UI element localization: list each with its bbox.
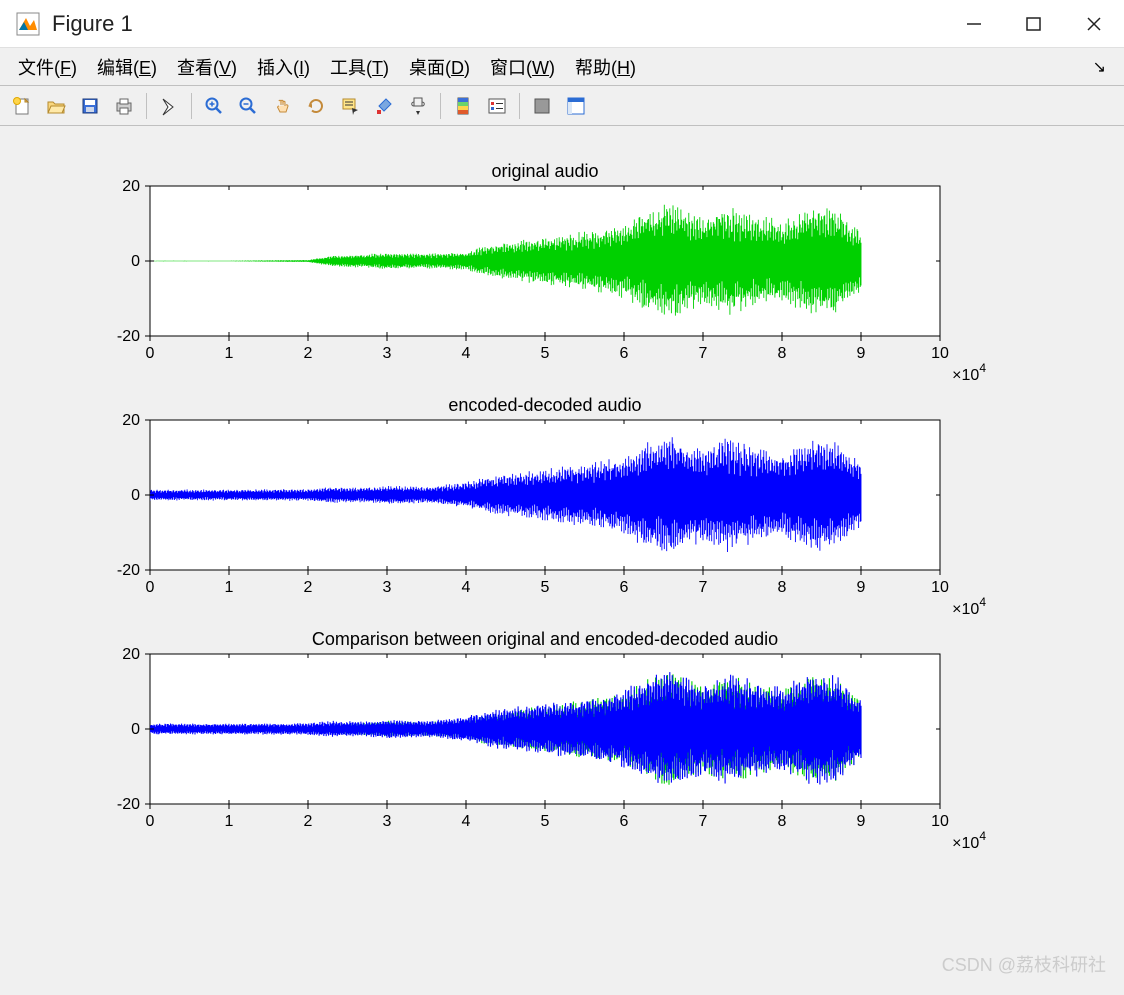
svg-text:10: 10 [931,345,949,362]
svg-text:20: 20 [122,178,140,195]
svg-text:20: 20 [122,646,140,663]
svg-text:×104: ×104 [952,829,986,852]
menu-d[interactable]: 桌面(D) [399,54,480,82]
toolbar [0,86,1124,126]
menu-h[interactable]: 帮助(H) [565,54,646,82]
hide-plot-tools-button[interactable] [526,91,558,121]
insert-colorbar-button[interactable] [447,91,479,121]
open-button[interactable] [40,91,72,121]
svg-text:0: 0 [131,721,140,738]
toolbar-separator [191,93,192,119]
menu-w[interactable]: 窗口(W) [480,54,565,82]
titlebar: Figure 1 [0,0,1124,48]
figure-area: original audio-20020012345678910×104enco… [0,126,1124,995]
zoom-out-button[interactable] [232,91,264,121]
window-title: Figure 1 [52,11,944,37]
svg-text:2: 2 [304,579,313,596]
svg-text:6: 6 [620,345,629,362]
minimize-button[interactable] [944,0,1004,48]
svg-text:1: 1 [225,579,234,596]
svg-text:3: 3 [383,813,392,830]
menu-e[interactable]: 编辑(E) [87,54,167,82]
link-button[interactable] [402,91,434,121]
watermark: CSDN @荔枝科研社 [942,951,1106,977]
svg-text:×104: ×104 [952,595,986,618]
svg-text:4: 4 [462,345,471,362]
svg-text:-20: -20 [117,328,140,345]
svg-text:-20: -20 [117,562,140,579]
svg-text:8: 8 [778,579,787,596]
pan-button[interactable] [266,91,298,121]
svg-text:1: 1 [225,813,234,830]
toolbar-separator [519,93,520,119]
menu-v[interactable]: 查看(V) [167,54,247,82]
svg-text:2: 2 [304,345,313,362]
svg-text:10: 10 [931,579,949,596]
svg-text:3: 3 [383,579,392,596]
svg-text:20: 20 [122,412,140,429]
menubar: 文件(F)编辑(E)查看(V)插入(I)工具(T)桌面(D)窗口(W)帮助(H)… [0,48,1124,86]
insert-legend-button[interactable] [481,91,513,121]
print-button[interactable] [108,91,140,121]
toolbar-separator [440,93,441,119]
save-button[interactable] [74,91,106,121]
svg-text:3: 3 [383,345,392,362]
svg-text:4: 4 [462,579,471,596]
svg-text:Comparison between original an: Comparison between original and encoded-… [312,629,778,649]
svg-text:0: 0 [146,813,155,830]
svg-text:7: 7 [699,813,708,830]
svg-text:5: 5 [541,579,550,596]
show-plot-tools-button[interactable] [560,91,592,121]
svg-text:encoded-decoded audio: encoded-decoded audio [448,395,641,415]
menu-i[interactable]: 插入(I) [247,54,320,82]
edit-plot-button[interactable] [153,91,185,121]
new-figure-button[interactable] [6,91,38,121]
svg-text:original audio: original audio [491,161,598,181]
svg-text:9: 9 [857,345,866,362]
svg-text:8: 8 [778,345,787,362]
svg-text:0: 0 [131,253,140,270]
svg-text:9: 9 [857,813,866,830]
svg-text:-20: -20 [117,796,140,813]
svg-text:7: 7 [699,345,708,362]
data-cursor-button[interactable] [334,91,366,121]
svg-text:6: 6 [620,813,629,830]
brush-button[interactable] [368,91,400,121]
svg-text:5: 5 [541,813,550,830]
menu-t[interactable]: 工具(T) [320,54,399,82]
close-button[interactable] [1064,0,1124,48]
svg-text:0: 0 [131,487,140,504]
svg-text:7: 7 [699,579,708,596]
svg-text:10: 10 [931,813,949,830]
svg-text:4: 4 [462,813,471,830]
menu-f[interactable]: 文件(F) [8,54,87,82]
svg-text:×104: ×104 [952,361,986,384]
svg-text:0: 0 [146,345,155,362]
toolbar-separator [146,93,147,119]
svg-text:6: 6 [620,579,629,596]
svg-text:9: 9 [857,579,866,596]
dock-icon[interactable]: ↘ [1093,57,1116,77]
zoom-in-button[interactable] [198,91,230,121]
svg-text:0: 0 [146,579,155,596]
svg-text:2: 2 [304,813,313,830]
svg-text:8: 8 [778,813,787,830]
rotate-button[interactable] [300,91,332,121]
svg-text:5: 5 [541,345,550,362]
app-icon [14,10,42,38]
svg-text:1: 1 [225,345,234,362]
maximize-button[interactable] [1004,0,1064,48]
